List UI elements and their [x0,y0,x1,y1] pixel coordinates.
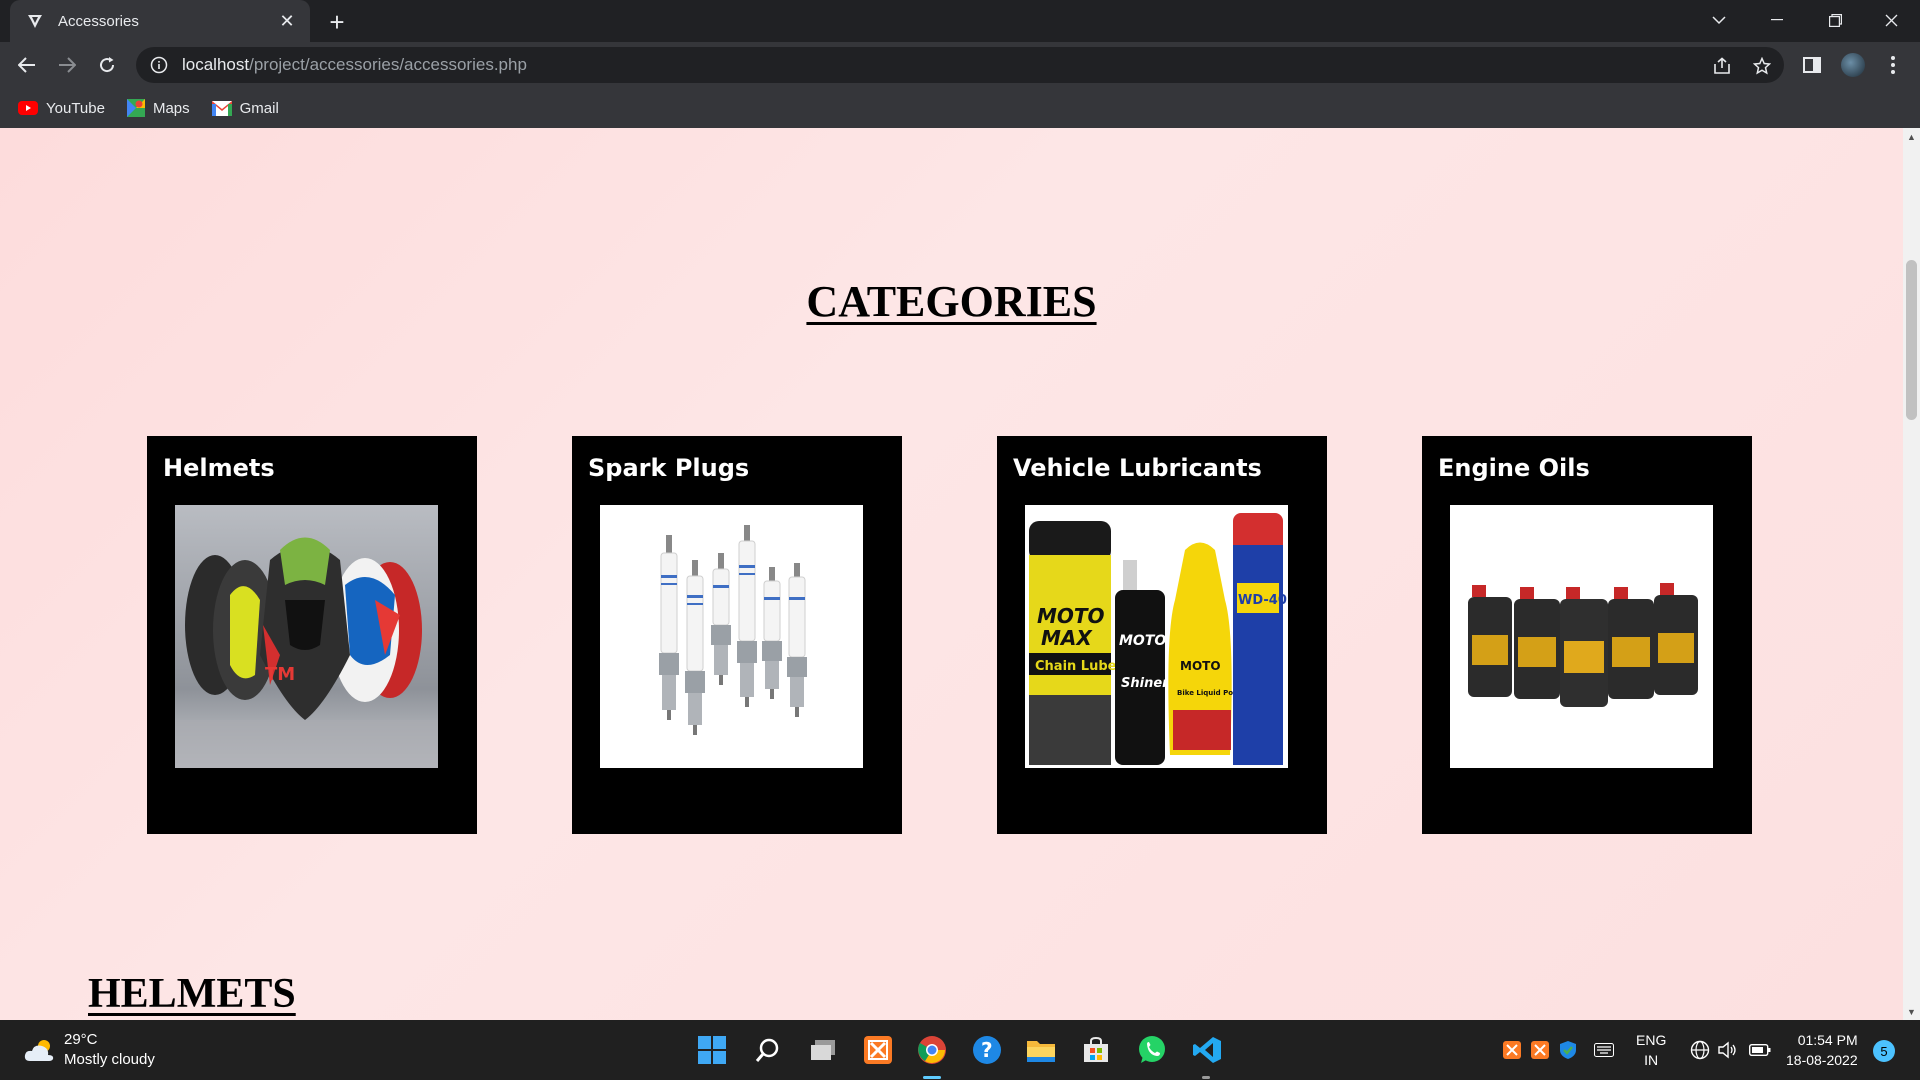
vscode-icon[interactable] [1189,1032,1225,1068]
search-icon[interactable] [750,1032,786,1068]
address-bar[interactable]: localhost/project/accessories/accessorie… [136,47,1784,83]
lube-text-moto: MOTO [1037,604,1105,628]
xampp-icon[interactable] [860,1032,896,1068]
url-host: localhost [182,55,250,74]
scroll-down-icon[interactable]: ▼ [1903,1003,1920,1020]
bookmarks-bar: YouTube Maps Gmail [0,88,1920,128]
category-card-vehicle-lubricants[interactable]: Vehicle Lubricants MOTO MAX Chain Lube M… [997,436,1327,834]
volume-icon[interactable] [1716,1038,1740,1062]
bookmark-label: YouTube [46,99,105,117]
restore-button[interactable] [1806,0,1864,40]
spark-plugs-image [600,505,863,768]
side-panel-icon[interactable] [1797,50,1827,80]
bookmark-youtube[interactable]: YouTube [18,100,105,117]
tab-title: Accessories [58,12,139,30]
input-language[interactable]: ENG IN [1636,1030,1666,1070]
close-window-button[interactable] [1862,0,1920,40]
page-viewport: CATEGORIES Helmets TM Spark Plugs Vehicl… [0,128,1903,1020]
categories-heading: CATEGORIES [806,277,1097,326]
keyboard-icon[interactable] [1592,1038,1616,1062]
tab-strip: Accessories ✕ + [0,0,1920,42]
svg-text:MOTO: MOTO [1180,659,1221,673]
weather-desc: Mostly cloudy [64,1051,155,1068]
svg-text:?: ? [981,1038,993,1062]
svg-text:TM: TM [265,664,295,685]
file-explorer-icon[interactable] [1023,1032,1059,1068]
bookmark-label: Gmail [239,99,279,117]
bookmark-gmail[interactable]: Gmail [211,99,279,117]
card-label: Vehicle Lubricants [1013,454,1262,482]
helmets-image: TM [175,505,438,768]
xampp-tray-icon-2[interactable] [1528,1038,1552,1062]
tab-accessories[interactable]: Accessories ✕ [10,0,310,42]
share-icon[interactable] [1708,52,1736,80]
scrollbar-thumb[interactable] [1906,260,1917,420]
tab-close-icon[interactable]: ✕ [276,10,298,32]
category-card-helmets[interactable]: Helmets TM [147,436,477,834]
card-label: Helmets [163,454,275,482]
card-label: Engine Oils [1438,454,1590,482]
scroll-up-icon[interactable]: ▲ [1903,128,1920,145]
vscode-running-indicator [1202,1076,1210,1079]
bookmark-label: Maps [152,99,190,117]
forward-arrow-icon[interactable] [52,50,82,80]
cloud-sun-icon [24,1040,54,1061]
security-shield-icon[interactable] [1556,1038,1580,1062]
windows-start-icon[interactable] [694,1032,730,1068]
notification-badge[interactable]: 5 [1873,1040,1895,1062]
card-label: Spark Plugs [588,454,750,482]
svg-text:MOTO: MOTO [1119,633,1166,649]
url-path: /project/accessories/accessories.php [249,55,527,74]
chrome-icon[interactable] [914,1032,950,1068]
help-icon[interactable]: ? [969,1032,1005,1068]
bookmark-star-icon[interactable] [1748,52,1776,80]
minimize-button[interactable] [1748,0,1806,40]
system-clock[interactable]: 01:54 PM 18-08-2022 [1786,1030,1858,1070]
category-card-engine-oils[interactable]: Engine Oils [1422,436,1752,834]
profile-avatar[interactable] [1838,50,1868,80]
gmail-icon [211,100,232,116]
reload-icon[interactable] [92,50,122,80]
vehicle-lubricants-image: MOTO MAX Chain Lube MOTO Shiner MOTO Bik… [1025,505,1288,768]
page-scrollbar[interactable]: ▲ ▼ [1903,128,1920,1020]
chrome-active-indicator [923,1076,941,1079]
lube-text-shiner: Shiner [1121,676,1170,691]
maps-icon [126,99,145,117]
helmets-section-heading: HELMETS [88,971,296,1017]
windows-taskbar: 29°C Mostly cloudy ? ENG IN 01:54 PM 18-… [0,1020,1920,1080]
weather-temp: 29°C [64,1031,98,1048]
engine-oils-image [1450,505,1713,768]
new-tab-button[interactable]: + [322,7,352,37]
microsoft-store-icon[interactable] [1078,1032,1114,1068]
lube-text-chain-lube: Chain Lube [1035,659,1117,674]
weather-widget[interactable]: 29°C Mostly cloudy [24,1030,155,1070]
task-view-icon[interactable] [805,1032,841,1068]
lube-text-wd40: WD-40 [1238,593,1287,608]
tab-search-icon[interactable] [1690,0,1748,40]
menu-dots-icon[interactable] [1878,50,1908,80]
category-card-spark-plugs[interactable]: Spark Plugs [572,436,902,834]
lube-text-max: MAX [1041,626,1093,650]
bookmark-maps[interactable]: Maps [126,99,190,117]
browser-toolbar: localhost/project/accessories/accessorie… [0,42,1920,88]
whatsapp-icon[interactable] [1134,1032,1170,1068]
back-arrow-icon[interactable] [12,50,42,80]
network-globe-icon[interactable] [1688,1038,1712,1062]
xampp-tray-icon[interactable] [1500,1038,1524,1062]
battery-icon[interactable] [1748,1038,1772,1062]
site-favicon-icon [26,12,44,30]
youtube-icon [18,101,38,115]
site-info-icon[interactable] [150,56,168,74]
